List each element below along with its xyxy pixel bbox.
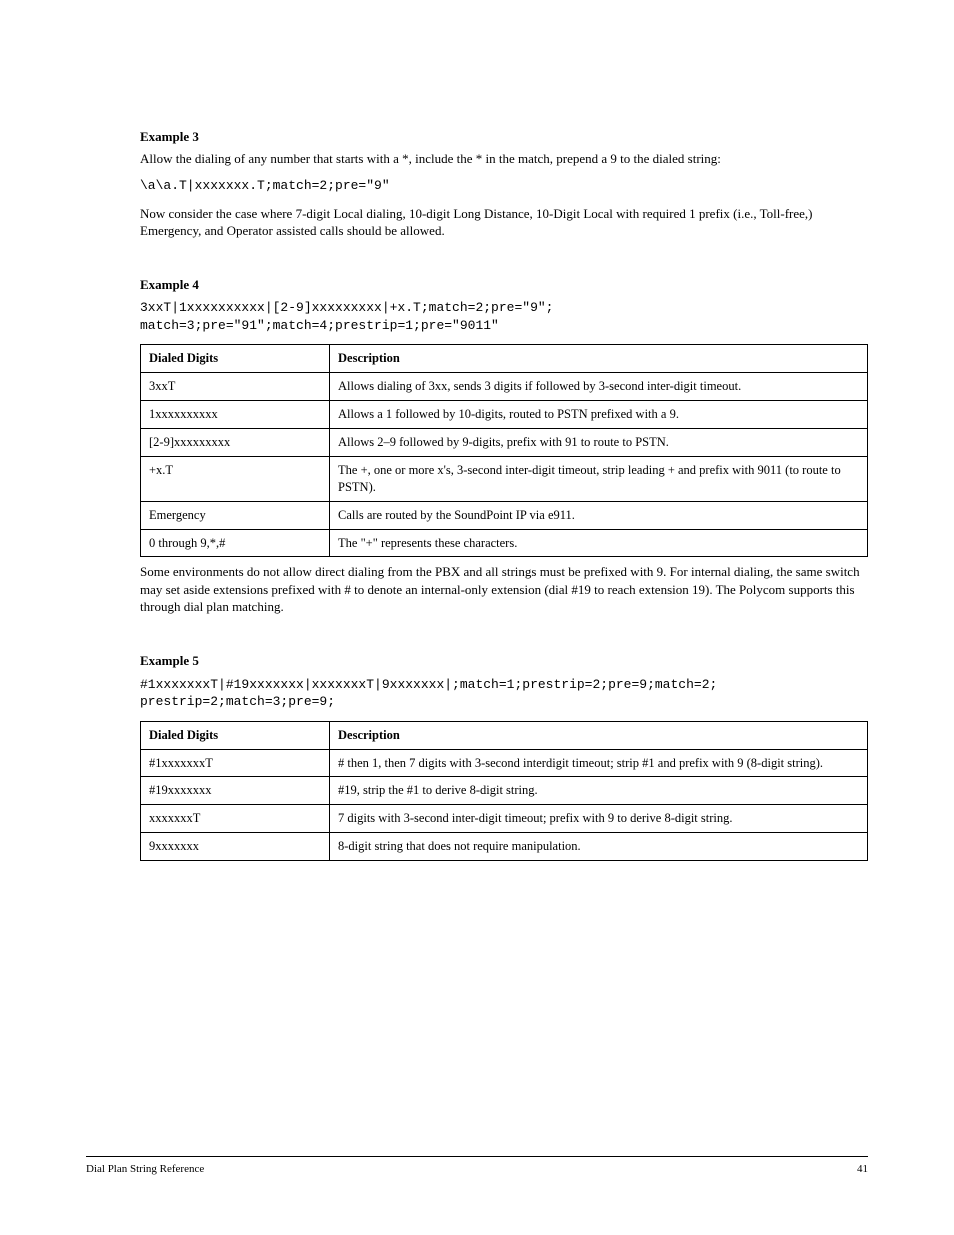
table-cell: Allows dialing of 3xx, sends 3 digits if… [330,373,868,401]
page: Example 3 Allow the dialing of any numbe… [0,0,954,1235]
table-cell: 1xxxxxxxxxx [141,401,330,429]
table-cell: 9xxxxxxx [141,833,330,861]
table-row: [2-9]xxxxxxxxx Allows 2–9 followed by 9-… [141,429,868,457]
example-3-code: \a\a.T|xxxxxxx.T;match=2;pre="9" [140,177,868,195]
table-cell: 3xxT [141,373,330,401]
example-4: Example 4 3xxT|1xxxxxxxxxx|[2-9]xxxxxxxx… [140,276,868,616]
table-cell: 7 digits with 3-second inter-digit timeo… [330,805,868,833]
table-cell: # then 1, then 7 digits with 3-second in… [330,749,868,777]
footer-left: Dial Plan String Reference [86,1162,204,1177]
example-3: Example 3 Allow the dialing of any numbe… [140,128,868,240]
footer-rule [86,1156,868,1157]
table-row: xxxxxxxT 7 digits with 3-second inter-di… [141,805,868,833]
table-cell: 8-digit string that does not require man… [330,833,868,861]
table-cell: [2-9]xxxxxxxxx [141,429,330,457]
example-4-table: Dialed Digits Description 3xxT Allows di… [140,344,868,557]
table-header: Dialed Digits [141,345,330,373]
example-4-heading: Example 4 [140,276,868,294]
example-4-after: Some environments do not allow direct di… [140,563,868,616]
example-5: Example 5 #1xxxxxxxT|#19xxxxxxx|xxxxxxxT… [140,652,868,861]
table-row: #19xxxxxxx #19, strip the #1 to derive 8… [141,777,868,805]
table-cell: Emergency [141,501,330,529]
table-cell: #19xxxxxxx [141,777,330,805]
table-cell: xxxxxxxT [141,805,330,833]
table-header-row: Dialed Digits Description [141,721,868,749]
table-cell: #19, strip the #1 to derive 8-digit stri… [330,777,868,805]
example-3-intro: Allow the dialing of any number that sta… [140,150,868,168]
example-5-code: #1xxxxxxxT|#19xxxxxxx|xxxxxxxT|9xxxxxxx|… [140,676,868,711]
example-5-table: Dialed Digits Description #1xxxxxxxT # t… [140,721,868,861]
table-cell: Calls are routed by the SoundPoint IP vi… [330,501,868,529]
table-cell: +x.T [141,456,330,501]
table-header-row: Dialed Digits Description [141,345,868,373]
table-row: Emergency Calls are routed by the SoundP… [141,501,868,529]
example-3-heading: Example 3 [140,128,868,146]
example-4-code: 3xxT|1xxxxxxxxxx|[2-9]xxxxxxxxx|+x.T;mat… [140,299,868,334]
table-cell: #1xxxxxxxT [141,749,330,777]
table-row: +x.T The +, one or more x's, 3-second in… [141,456,868,501]
table-cell: The "+" represents these characters. [330,529,868,557]
table-row: 3xxT Allows dialing of 3xx, sends 3 digi… [141,373,868,401]
table-row: 9xxxxxxx 8-digit string that does not re… [141,833,868,861]
table-header: Description [330,721,868,749]
footer-page-number: 41 [857,1162,868,1177]
table-row: 1xxxxxxxxxx Allows a 1 followed by 10-di… [141,401,868,429]
table-row: 0 through 9,*,# The "+" represents these… [141,529,868,557]
table-cell: The +, one or more x's, 3-second inter-d… [330,456,868,501]
table-row: #1xxxxxxxT # then 1, then 7 digits with … [141,749,868,777]
example-5-heading: Example 5 [140,652,868,670]
table-cell: Allows 2–9 followed by 9-digits, prefix … [330,429,868,457]
table-cell: 0 through 9,*,# [141,529,330,557]
example-3-after: Now consider the case where 7-digit Loca… [140,205,868,240]
table-header: Dialed Digits [141,721,330,749]
table-cell: Allows a 1 followed by 10-digits, routed… [330,401,868,429]
table-header: Description [330,345,868,373]
